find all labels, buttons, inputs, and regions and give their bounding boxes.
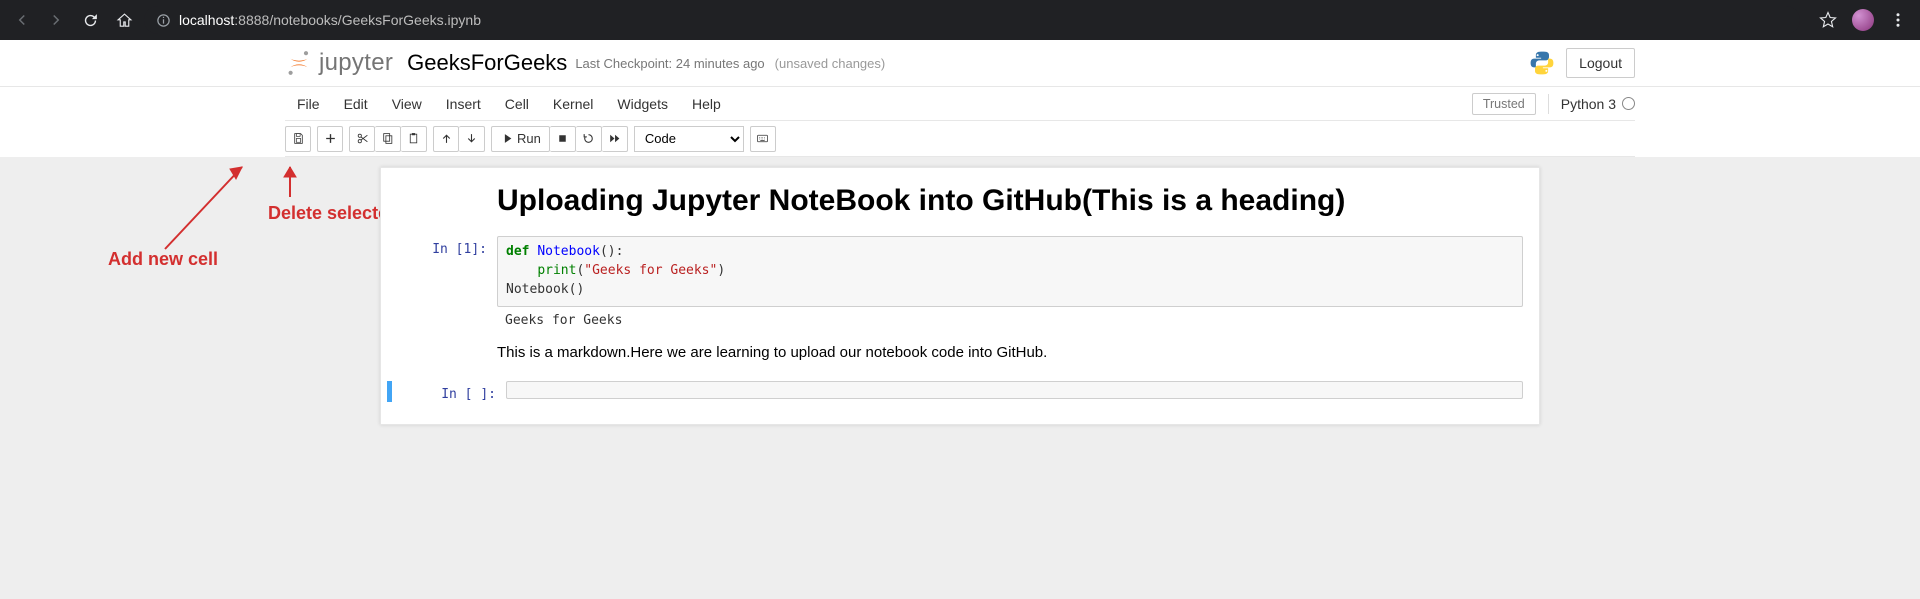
keyboard-icon (756, 132, 769, 145)
kernel-name-text: Python 3 (1561, 96, 1616, 112)
menu-widgets[interactable]: Widgets (605, 87, 680, 121)
restart-run-all-button[interactable] (602, 126, 628, 152)
menu-help[interactable]: Help (680, 87, 733, 121)
separator (1548, 94, 1549, 114)
markdown-cell-heading[interactable]: Uploading Jupyter NoteBook into GitHub(T… (381, 180, 1539, 236)
profile-avatar[interactable] (1852, 9, 1874, 31)
copy-icon (381, 132, 394, 145)
plus-icon (324, 132, 337, 145)
kernel-indicator[interactable]: Python 3 (1561, 96, 1635, 112)
cut-cell-button[interactable] (349, 126, 375, 152)
python-logo-icon (1528, 49, 1556, 77)
code-cell[interactable]: In [1]: def Notebook(): print("Geeks for… (381, 236, 1539, 334)
notebook-container: Uploading Jupyter NoteBook into GitHub(T… (380, 167, 1540, 425)
run-button-label: Run (517, 131, 541, 146)
menu-view[interactable]: View (380, 87, 434, 121)
reload-icon[interactable] (76, 6, 104, 34)
save-button[interactable] (285, 126, 311, 152)
url-text: localhost:8888/notebooks/GeeksForGeeks.i… (179, 12, 481, 28)
kernel-status-icon (1622, 97, 1635, 110)
back-icon[interactable] (8, 6, 36, 34)
command-palette-button[interactable] (750, 126, 776, 152)
code-input-area[interactable] (506, 381, 1523, 399)
markdown-paragraph: This is a markdown.Here we are learning … (497, 344, 1523, 361)
code-input-area[interactable]: def Notebook(): print("Geeks for Geeks")… (497, 236, 1523, 307)
browser-toolbar: localhost:8888/notebooks/GeeksForGeeks.i… (0, 0, 1920, 40)
jupyter-logo-icon (285, 49, 313, 77)
menu-file[interactable]: File (285, 87, 332, 121)
interrupt-button[interactable] (550, 126, 576, 152)
notebook-header: jupyter GeeksForGeeks Last Checkpoint: 2… (285, 40, 1635, 86)
menu-kernel[interactable]: Kernel (541, 87, 605, 121)
menu-cell[interactable]: Cell (493, 87, 541, 121)
cell-focus-indicator (387, 381, 392, 402)
url-bar[interactable]: localhost:8888/notebooks/GeeksForGeeks.i… (144, 6, 1800, 34)
jupyter-logo[interactable]: jupyter (285, 49, 393, 77)
home-icon[interactable] (110, 6, 138, 34)
arrow-up-icon (440, 132, 453, 145)
markdown-cell-text[interactable]: This is a markdown.Here we are learning … (381, 334, 1539, 367)
cell-prompt (387, 180, 497, 236)
stop-icon (556, 132, 569, 145)
scissors-icon (356, 132, 369, 145)
cell-type-select[interactable]: Code (634, 126, 744, 152)
jupyter-logo-text: jupyter (319, 49, 393, 77)
copy-cell-button[interactable] (375, 126, 401, 152)
menu-edit[interactable]: Edit (332, 87, 380, 121)
move-up-button[interactable] (433, 126, 459, 152)
add-cell-button[interactable] (317, 126, 343, 152)
cell-prompt (387, 334, 497, 367)
trusted-button[interactable]: Trusted (1472, 93, 1536, 115)
move-down-button[interactable] (459, 126, 485, 152)
notebook-title[interactable]: GeeksForGeeks (407, 50, 567, 76)
code-output: Geeks for Geeks (497, 307, 1523, 334)
code-cell-empty[interactable]: In [ ]: (381, 381, 1539, 402)
paste-cell-button[interactable] (401, 126, 427, 152)
paste-icon (407, 132, 420, 145)
menu-insert[interactable]: Insert (434, 87, 493, 121)
logout-button[interactable]: Logout (1566, 48, 1635, 78)
annotation-add-cell: Add new cell (108, 249, 218, 270)
forward-icon[interactable] (42, 6, 70, 34)
restart-icon (582, 132, 595, 145)
star-icon[interactable] (1814, 6, 1842, 34)
save-icon (292, 132, 305, 145)
toolbar: Run Code (285, 121, 1635, 157)
checkpoint-text: Last Checkpoint: 24 minutes ago (575, 56, 764, 71)
notebook-heading: Uploading Jupyter NoteBook into GitHub(T… (497, 184, 1523, 218)
restart-button[interactable] (576, 126, 602, 152)
unsaved-indicator: (unsaved changes) (775, 56, 886, 71)
site-info-icon[interactable] (156, 13, 171, 28)
run-icon (500, 132, 513, 145)
cell-prompt: In [1]: (387, 236, 497, 334)
kebab-menu-icon[interactable] (1884, 6, 1912, 34)
arrow-down-icon (465, 132, 478, 145)
fast-forward-icon (608, 132, 621, 145)
cell-prompt: In [ ]: (396, 381, 506, 402)
menubar: File Edit View Insert Cell Kernel Widget… (285, 87, 1635, 121)
run-button[interactable]: Run (491, 126, 550, 152)
